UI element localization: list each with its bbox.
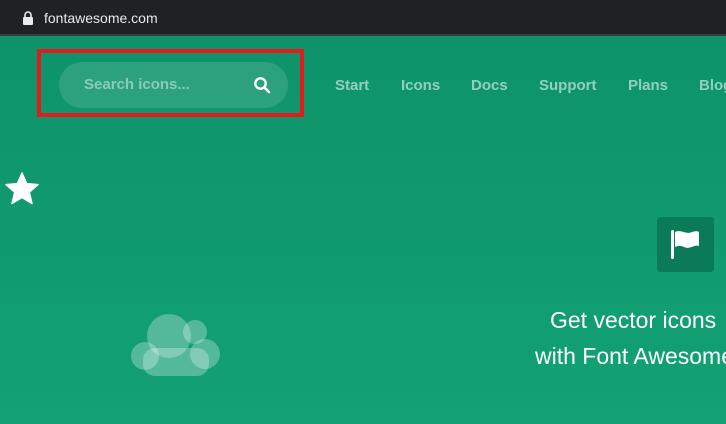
- search-icon[interactable]: [253, 76, 271, 94]
- nav-icons[interactable]: Icons: [401, 77, 440, 94]
- hero-title-line-1: Get vector icons: [550, 307, 717, 333]
- page-content: Search icons... Start Icons Docs Support…: [0, 36, 726, 424]
- nav-blog[interactable]: Blog: [699, 77, 726, 94]
- star-icon: [5, 172, 39, 205]
- nav-docs[interactable]: Docs: [471, 77, 508, 94]
- flag-tile: [657, 217, 714, 272]
- browser-url-bar[interactable]: fontawesome.com: [0, 0, 726, 36]
- nav-plans[interactable]: Plans: [628, 77, 668, 94]
- flag-icon: [671, 230, 699, 259]
- lock-icon: [23, 11, 33, 25]
- hero-title-line-2: with Font Awesome: [535, 343, 726, 369]
- nav-start[interactable]: Start: [335, 77, 369, 94]
- nav-support[interactable]: Support: [539, 77, 597, 94]
- search-input[interactable]: Search icons...: [59, 62, 288, 108]
- cloud-icon: [131, 314, 220, 376]
- url-text[interactable]: fontawesome.com: [44, 9, 158, 27]
- search-placeholder: Search icons...: [84, 76, 190, 93]
